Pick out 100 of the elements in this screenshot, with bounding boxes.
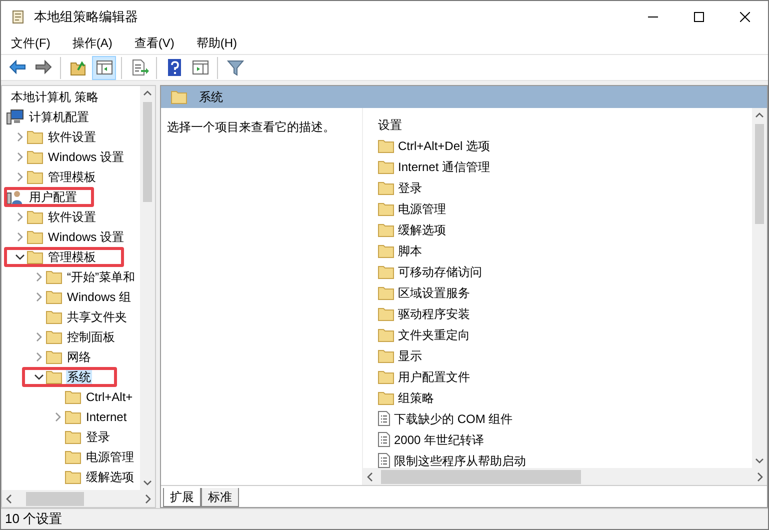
tree-item[interactable]: 电源管理 — [85, 448, 135, 466]
chevron-down-icon[interactable] — [15, 252, 25, 262]
list-item[interactable]: 限制这些程序从帮助启动 — [394, 452, 526, 468]
tab[interactable]: 扩展 — [163, 488, 201, 507]
status-text: 10 个设置 — [5, 510, 62, 528]
menu-item[interactable]: 查看(V) — [134, 34, 174, 52]
list-item[interactable]: Internet 通信管理 — [398, 158, 490, 176]
list-item[interactable]: 脚本 — [398, 242, 422, 260]
list-item[interactable]: Ctrl+Alt+Del 选项 — [398, 136, 490, 154]
chevron-down-icon[interactable] — [34, 372, 44, 382]
column-heading[interactable]: 设置 — [378, 116, 402, 134]
folder-icon — [378, 180, 394, 194]
tree-pane-icon — [94, 58, 114, 77]
folder-icon — [46, 270, 62, 284]
tree-item[interactable]: 软件设置 — [47, 208, 97, 226]
folder-icon — [378, 160, 394, 174]
close-icon — [740, 12, 750, 22]
folder-icon — [378, 222, 394, 236]
description-text: 选择一个项目来查看它的描述。 — [167, 120, 335, 134]
list-item[interactable]: 文件夹重定向 — [398, 326, 470, 344]
list-item[interactable]: 下载缺少的 COM 组件 — [394, 410, 513, 428]
folder-icon — [65, 410, 81, 424]
user-icon — [6, 189, 24, 205]
vertical-scrollbar[interactable] — [752, 108, 767, 468]
list-item[interactable]: 缓解选项 — [398, 220, 446, 238]
tree-item[interactable]: “开始”菜单和 — [66, 268, 136, 286]
menu-item[interactable]: 文件(F) — [11, 34, 50, 52]
scroll-icon — [10, 8, 26, 24]
tree-item[interactable]: 管理模板 — [47, 248, 97, 266]
folder-icon — [27, 250, 43, 264]
folder-icon — [378, 348, 394, 362]
tree-item[interactable]: Ctrl+Alt+ — [85, 388, 134, 406]
back-arrow-icon — [8, 58, 26, 77]
tree-item[interactable]: Windows 组 — [66, 288, 132, 306]
tree-item[interactable]: Windows 设置 — [47, 148, 126, 166]
export-list-icon — [130, 58, 148, 77]
folder-icon — [378, 244, 394, 258]
folder-icon — [27, 230, 43, 244]
folder-icon — [378, 370, 394, 384]
list-item[interactable]: 显示 — [398, 346, 422, 364]
vertical-scrollbar[interactable] — [140, 86, 155, 490]
list-item[interactable]: 2000 年世纪转译 — [394, 430, 484, 448]
folder-icon — [46, 310, 62, 324]
tree-item[interactable]: 用户配置 — [28, 188, 78, 206]
folder-icon — [65, 470, 81, 484]
list-item[interactable]: 用户配置文件 — [398, 368, 470, 386]
folder-icon — [378, 390, 394, 404]
folder-icon — [65, 430, 81, 444]
tree-item[interactable]: 计算机配置 — [28, 108, 90, 126]
filter-icon — [226, 58, 244, 77]
tree-item[interactable]: 本地计算机 策略 — [10, 88, 100, 106]
folder-icon — [378, 138, 394, 152]
tree-item[interactable]: Windows 设置 — [47, 228, 126, 246]
list-item[interactable]: 可移动存储访问 — [398, 262, 482, 280]
tree-item[interactable]: 软件设置 — [47, 128, 97, 146]
tree-item[interactable]: 控制面板 — [66, 328, 116, 346]
document-icon — [378, 453, 390, 468]
tab[interactable]: 标准 — [201, 488, 239, 507]
horizontal-scrollbar[interactable] — [363, 468, 767, 485]
action-pane-icon — [190, 58, 210, 77]
tree-item[interactable]: 网络 — [66, 348, 92, 366]
list-item[interactable]: 驱动程序安装 — [398, 304, 470, 322]
folder-icon — [171, 90, 187, 104]
tree-item[interactable]: Internet — [85, 408, 128, 426]
forward-arrow-icon — [34, 58, 52, 77]
tree-item[interactable]: 共享文件夹 — [66, 308, 128, 326]
folder-icon — [27, 130, 43, 144]
computer-icon — [6, 109, 24, 125]
toolbar-button[interactable] — [92, 56, 116, 80]
header-title: 系统 — [199, 89, 223, 106]
folder-icon — [46, 350, 62, 364]
folder-icon — [46, 370, 62, 384]
chevron-right-icon[interactable] — [53, 412, 63, 422]
scrollbar-thumb[interactable] — [755, 124, 764, 224]
list-item[interactable]: 区域设置服务 — [398, 284, 470, 302]
list-item[interactable]: 组策略 — [398, 388, 434, 406]
scrollbar-thumb[interactable] — [26, 492, 84, 506]
window-title: 本地组策略编辑器 — [34, 8, 138, 26]
horizontal-scrollbar[interactable] — [2, 490, 155, 507]
tree-item[interactable]: 管理模板 — [47, 168, 97, 186]
tree-item[interactable]: 缓解选项 — [85, 468, 135, 486]
folder-icon — [65, 450, 81, 464]
list-item[interactable]: 电源管理 — [398, 200, 446, 218]
folder-icon — [378, 264, 394, 278]
folder-icon — [27, 210, 43, 224]
folder-icon — [27, 150, 43, 164]
tree-item[interactable]: 登录 — [85, 428, 111, 446]
folder-icon — [378, 202, 394, 216]
scrollbar-thumb[interactable] — [381, 470, 581, 484]
maximize-icon — [694, 12, 704, 22]
folder-icon — [378, 286, 394, 300]
scrollbar-thumb[interactable] — [143, 102, 152, 202]
document-icon — [378, 432, 390, 447]
folder-icon — [378, 306, 394, 320]
folder-icon — [27, 170, 43, 184]
list-item[interactable]: 登录 — [398, 178, 422, 196]
menu-item[interactable]: 操作(A) — [72, 34, 112, 52]
menu-item[interactable]: 帮助(H) — [196, 34, 237, 52]
folder-icon — [65, 390, 81, 404]
folder-icon — [46, 330, 62, 344]
